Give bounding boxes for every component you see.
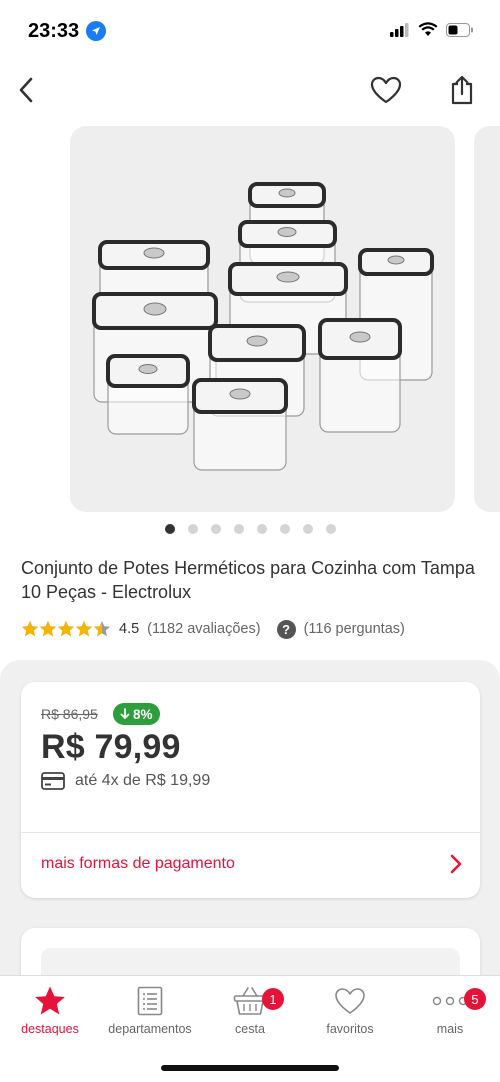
star-icon (58, 621, 74, 637)
tab-destaques[interactable]: destaques (0, 984, 100, 1036)
pagination-dot[interactable] (210, 524, 221, 534)
top-nav (0, 64, 500, 116)
pagination-dot[interactable] (279, 524, 290, 534)
pagination-dot[interactable] (256, 524, 267, 534)
gallery-pagination (0, 524, 500, 534)
signal-icon (390, 22, 409, 37)
rating-stars[interactable] (21, 620, 111, 638)
basket-count-badge: 1 (262, 988, 284, 1010)
reviews-count-link[interactable]: (1182 avaliações) (147, 621, 260, 637)
questions-count-link[interactable]: (116 perguntas) (304, 621, 405, 637)
status-bar: 23:33 (0, 0, 500, 62)
pagination-dot[interactable] (164, 524, 175, 534)
tab-favoritos[interactable]: favoritos (300, 984, 400, 1036)
back-button[interactable] (8, 72, 44, 108)
product-gallery[interactable] (0, 126, 500, 512)
tab-cesta[interactable]: cesta 1 (200, 984, 300, 1036)
tab-departamentos[interactable]: departamentos (100, 984, 200, 1036)
next-product-image[interactable] (474, 126, 500, 512)
rating-row: 4.5 (1182 avaliações) ? (116 perguntas) (21, 618, 405, 640)
share-icon (451, 75, 473, 105)
containers-illustration (92, 182, 434, 471)
tab-mais[interactable]: mais 5 (400, 984, 500, 1036)
pagination-dot[interactable] (302, 524, 313, 534)
status-indicators (390, 22, 474, 37)
product-title: Conjunto de Potes Herméticos para Cozinh… (21, 558, 475, 602)
credit-card-icon (41, 772, 65, 790)
star-icon (0, 984, 100, 1018)
more-count-badge: 5 (464, 988, 486, 1010)
installments: até 4x de R$ 19,99 (41, 772, 210, 790)
heart-icon (370, 76, 402, 104)
favorite-button[interactable] (366, 70, 406, 110)
tab-label: destaques (21, 1022, 79, 1036)
home-indicator (161, 1065, 339, 1071)
tab-label: cesta (235, 1022, 265, 1036)
pagination-dot[interactable] (187, 524, 198, 534)
wifi-icon (418, 22, 438, 36)
pagination-dot[interactable] (325, 524, 336, 534)
battery-icon (446, 22, 473, 37)
price-card: R$ 86,95 8% R$ 79,99 até 4x de R$ 19,99 … (21, 682, 480, 898)
question-icon: ? (276, 619, 296, 639)
pagination-dot[interactable] (233, 524, 244, 534)
tab-label: mais (436, 1022, 464, 1036)
discount-value: 8% (133, 706, 153, 722)
chevron-left-icon (19, 77, 33, 103)
product-image[interactable] (70, 126, 455, 512)
star-icon (76, 621, 92, 637)
chevron-right-icon[interactable] (450, 854, 462, 874)
installments-text: até 4x de R$ 19,99 (75, 772, 211, 789)
more-payment-options-link[interactable]: mais formas de pagamento (41, 855, 235, 873)
arrow-down-icon (120, 708, 130, 719)
status-time: 23:33 (28, 20, 80, 42)
tab-label: departamentos (108, 1022, 192, 1036)
star-icon (40, 621, 56, 637)
discount-badge: 8% (113, 703, 160, 725)
divider (21, 832, 480, 833)
location-arrow-icon (86, 21, 106, 41)
old-price: R$ 86,95 (41, 706, 98, 722)
current-price: R$ 79,99 (41, 728, 181, 766)
star-icon (94, 621, 110, 637)
basket-icon (200, 984, 300, 1018)
rating-value: 4.5 (119, 621, 140, 637)
heart-icon (300, 984, 400, 1018)
tab-label: favoritos (326, 1022, 374, 1036)
list-icon (100, 984, 200, 1018)
star-icon (22, 621, 38, 637)
share-button[interactable] (442, 70, 482, 110)
